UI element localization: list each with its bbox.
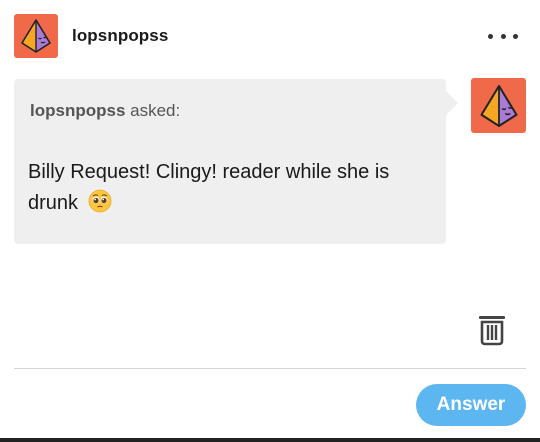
pleading-face-emoji [88,189,112,223]
blog-name[interactable]: lopsnpopss [72,26,168,46]
ask-bubble: lopsnpopss asked: Billy Request! Clingy!… [14,79,458,244]
dot [500,33,506,39]
ask-post: lopsnpopss lopsnpopss asked: Billy Reque… [0,0,540,442]
asker-line: lopsnpopss asked: [30,101,180,121]
question-body: Billy Request! Clingy! reader while she … [28,161,390,214]
more-options-icon[interactable] [488,26,518,46]
divider [14,368,526,369]
dot [513,33,518,39]
avatar[interactable] [14,14,58,58]
pyramid-avatar-icon [21,19,51,53]
delete-button[interactable] [478,314,506,346]
question-text: Billy Request! Clingy! reader while she … [28,157,438,223]
asker-name[interactable]: lopsnpopss [30,101,125,120]
answer-button[interactable]: Answer [416,384,526,426]
dot [488,33,493,39]
pyramid-avatar-icon [480,84,517,127]
trash-icon [479,316,505,346]
answerer-avatar[interactable] [471,78,526,133]
bottom-edge [0,438,540,442]
asked-label: asked: [130,101,181,120]
